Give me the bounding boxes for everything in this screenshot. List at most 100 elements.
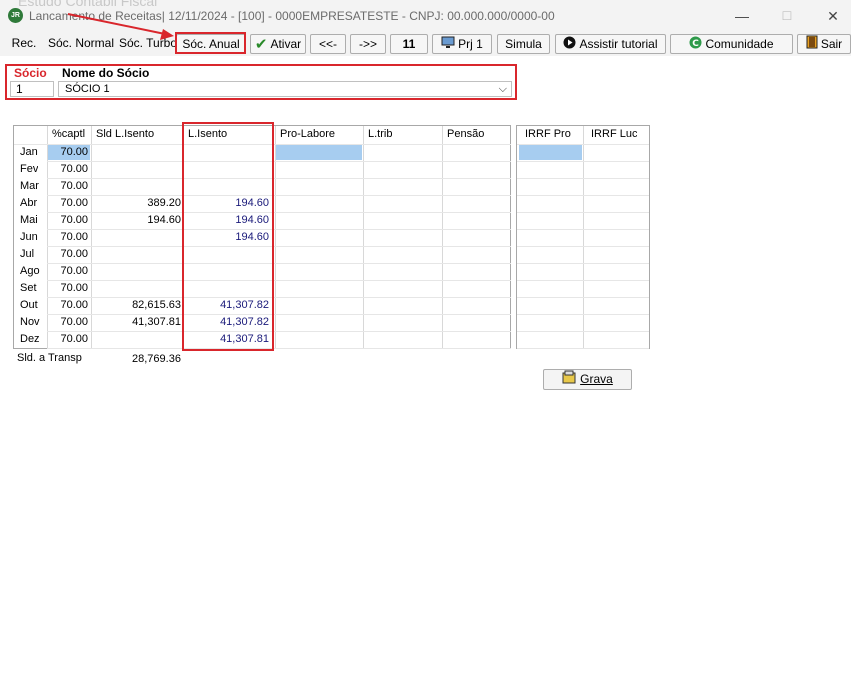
row-divider [47, 246, 511, 247]
irrf-column-header[interactable]: IRRF Pro [525, 126, 571, 143]
captl-cell[interactable]: 70.00 [48, 264, 90, 279]
soc-turbo-button[interactable]: Sóc. Turbo [119, 34, 177, 54]
captl-cell[interactable]: 70.00 [48, 213, 90, 228]
tutorial-label: Assistir tutorial [579, 37, 658, 51]
month-label: Set [20, 282, 37, 294]
row-divider [47, 331, 511, 332]
row-divider [517, 178, 649, 179]
irrf-grid: IRRF Pro IRRF Luc [516, 125, 650, 349]
captl-cell[interactable]: 70.00 [48, 162, 90, 177]
row-divider [47, 280, 511, 281]
month-label: Mar [20, 180, 39, 192]
row-divider [517, 195, 649, 196]
captl-cell[interactable]: 70.00 [48, 315, 90, 330]
column-header[interactable]: L.trib [368, 126, 392, 143]
socio-name-value: SÓCIO 1 [65, 83, 110, 95]
ativar-button[interactable]: ✔ Ativar [250, 34, 306, 54]
month-label: Jun [20, 231, 38, 243]
captl-cell[interactable]: 70.00 [48, 281, 90, 296]
comunidade-button[interactable]: C Comunidade [670, 34, 793, 54]
irrf-pro-selected-cell[interactable] [519, 145, 582, 160]
month-label: Nov [20, 316, 40, 328]
row-divider [517, 263, 649, 264]
prj-button[interactable]: Prj 1 [432, 34, 492, 54]
row-divider [517, 348, 649, 349]
grava-button[interactable]: Grava [543, 369, 632, 390]
sair-button[interactable]: Sair [797, 34, 851, 54]
row-divider [517, 246, 649, 247]
captl-cell[interactable]: 70.00 [48, 145, 90, 160]
sld-isento-cell[interactable]: 389.20 [92, 195, 181, 212]
l-isento-highlight [182, 122, 274, 351]
count-button[interactable]: 11 [390, 34, 428, 54]
column-header[interactable]: Sld L.Isento [96, 126, 154, 143]
row-divider [517, 161, 649, 162]
sair-label: Sair [820, 37, 843, 51]
save-icon [562, 370, 576, 390]
row-divider [47, 161, 511, 162]
ativar-label: Ativar [270, 37, 302, 51]
app-logo-icon: JR [8, 8, 23, 23]
chevron-down-icon[interactable]: ⌵ [499, 82, 507, 96]
grava-label: Grava [580, 372, 613, 387]
next-button[interactable]: ->> [350, 34, 386, 54]
tutorial-button[interactable]: Assistir tutorial [555, 34, 666, 54]
monitor-icon [441, 36, 455, 54]
prev-button[interactable]: <<- [310, 34, 346, 54]
title-ghost-text: Estudo Contabil Fiscal [18, 0, 158, 9]
row-divider [47, 263, 511, 264]
row-divider [517, 331, 649, 332]
socio-name-label: Nome do Sócio [62, 66, 150, 80]
play-icon [563, 36, 576, 54]
row-divider [47, 178, 511, 179]
svg-text:C: C [693, 39, 700, 49]
socio-number-label: Sócio [14, 66, 47, 80]
row-divider [517, 314, 649, 315]
simula-button[interactable]: Simula [497, 34, 550, 54]
captl-cell[interactable]: 70.00 [48, 247, 90, 262]
soc-normal-button[interactable]: Sóc. Normal [48, 34, 114, 54]
month-label: Dez [20, 333, 40, 345]
sld-transp-value: 28,769.36 [132, 353, 181, 365]
socio-number-field[interactable]: 1 [10, 81, 54, 97]
month-label: Ago [20, 265, 40, 277]
month-label: Jul [20, 248, 35, 260]
checkmark-icon: ✔ [254, 35, 268, 53]
soc-anual-highlight [175, 32, 246, 54]
comunidade-label: Comunidade [705, 37, 774, 51]
sld-transp-label: Sld. a Transp [17, 352, 82, 364]
irrf-column-header[interactable]: IRRF Luc [591, 126, 637, 143]
close-icon[interactable]: ✕ [823, 6, 843, 26]
captl-cell[interactable]: 70.00 [48, 179, 90, 194]
column-header[interactable]: Pro-Labore [280, 126, 335, 143]
month-label: Mai [20, 214, 38, 226]
maximize-icon[interactable]: ☐ [777, 6, 797, 26]
captl-cell[interactable]: 70.00 [48, 230, 90, 245]
rec-button[interactable]: Rec. [6, 34, 42, 54]
window-title: Lancamento de Receitas| 12/11/2024 - [10… [29, 9, 555, 23]
row-divider [517, 297, 649, 298]
prj-label: Prj 1 [458, 37, 483, 51]
sld-isento-cell[interactable]: 82,615.63 [92, 297, 181, 314]
sld-isento-cell[interactable]: 194.60 [92, 212, 181, 229]
row-divider [517, 212, 649, 213]
captl-cell[interactable]: 70.00 [48, 298, 90, 313]
captl-cell[interactable]: 70.00 [48, 196, 90, 211]
row-divider [517, 229, 649, 230]
title-bar: Estudo Contabil Fiscal JR Lancamento de … [0, 0, 851, 32]
row-divider [517, 280, 649, 281]
captl-cell[interactable]: 70.00 [48, 332, 90, 347]
row-divider [47, 348, 511, 349]
column-header[interactable]: %captl [52, 126, 85, 143]
row-divider [47, 229, 511, 230]
sld-isento-cell[interactable]: 41,307.81 [92, 314, 181, 331]
month-label: Fev [20, 163, 39, 175]
pro-labore-selected-cell[interactable] [276, 145, 362, 160]
month-label: Out [20, 299, 38, 311]
minimize-icon[interactable]: — [732, 6, 752, 26]
month-label: Jan [20, 146, 38, 158]
exit-door-icon [806, 35, 818, 54]
column-header[interactable]: Pensão [447, 126, 484, 143]
community-icon: C [689, 36, 702, 54]
socio-name-select[interactable]: SÓCIO 1 ⌵ [58, 81, 512, 97]
